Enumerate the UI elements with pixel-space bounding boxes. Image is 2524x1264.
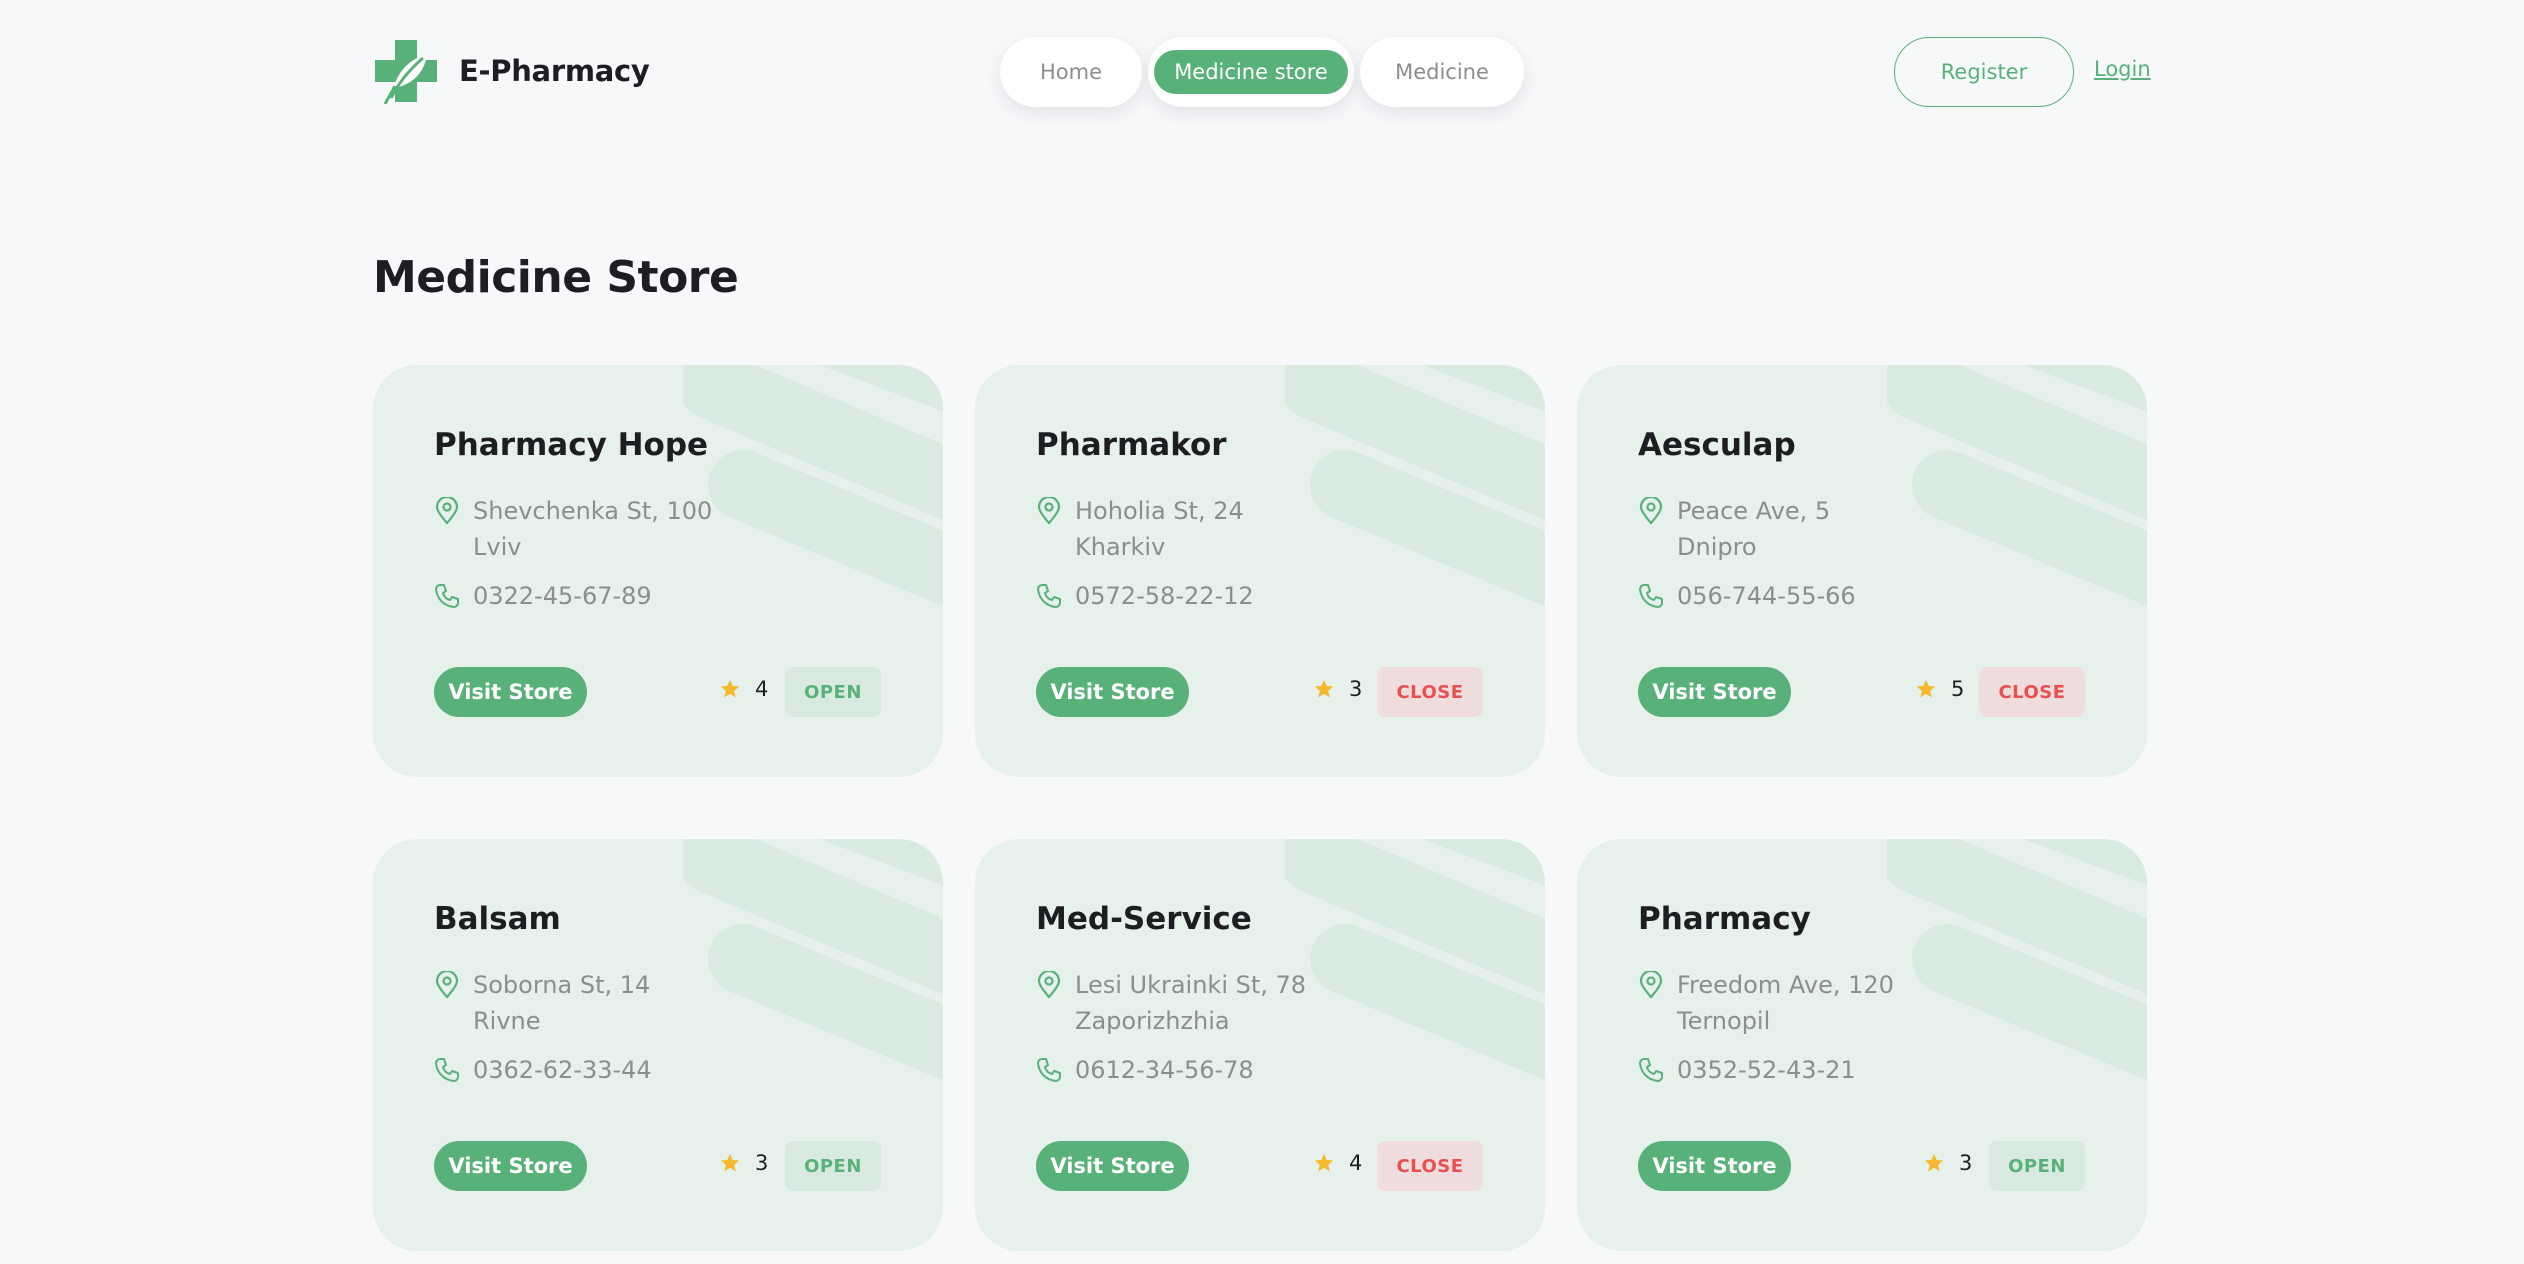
store-name: Med-Service <box>1036 901 1252 937</box>
visit-store-button[interactable]: Visit Store <box>1036 667 1189 717</box>
store-phone: 0322-45-67-89 <box>473 582 652 610</box>
store-address: Lesi Ukrainki St, 78 Zaporizhzhia <box>1075 967 1306 1039</box>
store-phone: 0572-58-22-12 <box>1075 582 1254 610</box>
rating-value: 4 <box>1349 1151 1363 1175</box>
store-street: Shevchenka St, 100 <box>473 497 713 525</box>
store-phone: 0352-52-43-21 <box>1677 1056 1856 1084</box>
decorative-stripes <box>1285 365 1545 605</box>
rating-value: 3 <box>755 1151 769 1175</box>
store-street: Peace Ave, 5 <box>1677 497 1831 525</box>
visit-store-button[interactable]: Visit Store <box>1638 667 1791 717</box>
star-icon <box>1314 1153 1334 1172</box>
store-city: Dnipro <box>1677 533 1757 561</box>
store-phone: 0362-62-33-44 <box>473 1056 652 1084</box>
visit-store-button[interactable]: Visit Store <box>1036 1141 1189 1191</box>
nav-home[interactable]: Home <box>1000 37 1142 107</box>
store-rating: 3 <box>1313 677 1362 701</box>
location-pin-icon <box>435 971 459 999</box>
store-street: Soborna St, 14 <box>473 971 651 999</box>
store-card: Pharmacy Hope Shevchenka St, 100 Lviv 03… <box>373 365 943 777</box>
visit-store-button[interactable]: Visit Store <box>1638 1141 1791 1191</box>
store-name: Pharmacy Hope <box>434 427 709 463</box>
store-address: Shevchenka St, 100 Lviv <box>473 493 712 565</box>
main-nav: Home Medicine store Medicine <box>1000 36 1524 108</box>
store-city: Rivne <box>473 1007 541 1035</box>
store-card: Med-Service Lesi Ukrainki St, 78 Zaporiz… <box>975 839 1545 1251</box>
nav-medicine-store-active[interactable]: Medicine store <box>1154 50 1348 94</box>
store-phone: 056-744-55-66 <box>1677 582 1856 610</box>
logo[interactable]: E-Pharmacy <box>373 38 650 104</box>
location-pin-icon <box>435 497 459 525</box>
star-icon <box>1924 1153 1944 1172</box>
store-card: Aesculap Peace Ave, 5 Dnipro 056-744-55-… <box>1577 365 2147 777</box>
store-street: Freedom Ave, 120 <box>1677 971 1894 999</box>
page-title: Medicine Store <box>373 252 739 303</box>
rating-value: 3 <box>1349 677 1363 701</box>
store-name: Balsam <box>434 901 561 937</box>
nav-medicine-store[interactable]: Medicine store <box>1148 37 1354 107</box>
store-street: Hoholia St, 24 <box>1075 497 1244 525</box>
store-card: Pharmacy Freedom Ave, 120 Ternopil 0352-… <box>1577 839 2147 1251</box>
register-button[interactable]: Register <box>1894 37 2074 107</box>
login-link[interactable]: Login <box>2094 57 2151 81</box>
location-pin-icon <box>1639 971 1663 999</box>
status-badge: OPEN <box>785 1141 881 1191</box>
decorative-stripes <box>1285 839 1545 1079</box>
store-name: Pharmakor <box>1036 427 1227 463</box>
star-icon <box>1314 679 1334 698</box>
status-badge: CLOSE <box>1377 667 1483 717</box>
phone-icon <box>1639 1058 1663 1082</box>
brand-name: E-Pharmacy <box>459 54 650 88</box>
store-address: Freedom Ave, 120 Ternopil <box>1677 967 1894 1039</box>
phone-icon <box>435 584 459 608</box>
decorative-stripes <box>683 365 943 605</box>
store-rating: 5 <box>1915 677 1964 701</box>
visit-store-button[interactable]: Visit Store <box>434 667 587 717</box>
nav-medicine[interactable]: Medicine <box>1360 37 1524 107</box>
star-icon <box>720 1153 740 1172</box>
phone-icon <box>1037 1058 1061 1082</box>
store-rating: 4 <box>719 677 768 701</box>
decorative-stripes <box>1887 365 2147 605</box>
store-name: Pharmacy <box>1638 901 1811 937</box>
rating-value: 4 <box>755 677 769 701</box>
store-street: Lesi Ukrainki St, 78 <box>1075 971 1307 999</box>
header: E-Pharmacy Home Medicine store Medicine … <box>0 0 2524 142</box>
store-card: Balsam Soborna St, 14 Rivne 0362-62-33-4… <box>373 839 943 1251</box>
store-city: Kharkiv <box>1075 533 1166 561</box>
store-address: Hoholia St, 24 Kharkiv <box>1075 493 1244 565</box>
phone-icon <box>435 1058 459 1082</box>
decorative-stripes <box>1887 839 2147 1079</box>
status-badge: OPEN <box>785 667 881 717</box>
pharmacy-cross-leaf-icon <box>375 40 437 104</box>
store-rating: 3 <box>719 1151 768 1175</box>
status-badge: CLOSE <box>1377 1141 1483 1191</box>
phone-icon <box>1037 584 1061 608</box>
rating-value: 5 <box>1951 677 1965 701</box>
store-city: Lviv <box>473 533 522 561</box>
status-badge: OPEN <box>1989 1141 2085 1191</box>
location-pin-icon <box>1037 497 1061 525</box>
location-pin-icon <box>1037 971 1061 999</box>
store-name: Aesculap <box>1638 427 1796 463</box>
star-icon <box>1916 679 1936 698</box>
store-city: Ternopil <box>1677 1007 1771 1035</box>
phone-icon <box>1639 584 1663 608</box>
location-pin-icon <box>1639 497 1663 525</box>
rating-value: 3 <box>1959 1151 1973 1175</box>
store-phone: 0612-34-56-78 <box>1075 1056 1254 1084</box>
store-address: Soborna St, 14 Rivne <box>473 967 650 1039</box>
star-icon <box>720 679 740 698</box>
visit-store-button[interactable]: Visit Store <box>434 1141 587 1191</box>
status-badge: CLOSE <box>1979 667 2085 717</box>
store-rating: 4 <box>1313 1151 1362 1175</box>
store-address: Peace Ave, 5 Dnipro <box>1677 493 1830 565</box>
store-city: Zaporizhzhia <box>1075 1007 1230 1035</box>
store-rating: 3 <box>1923 1151 1972 1175</box>
store-card: Pharmakor Hoholia St, 24 Kharkiv 0572-58… <box>975 365 1545 777</box>
decorative-stripes <box>683 839 943 1079</box>
